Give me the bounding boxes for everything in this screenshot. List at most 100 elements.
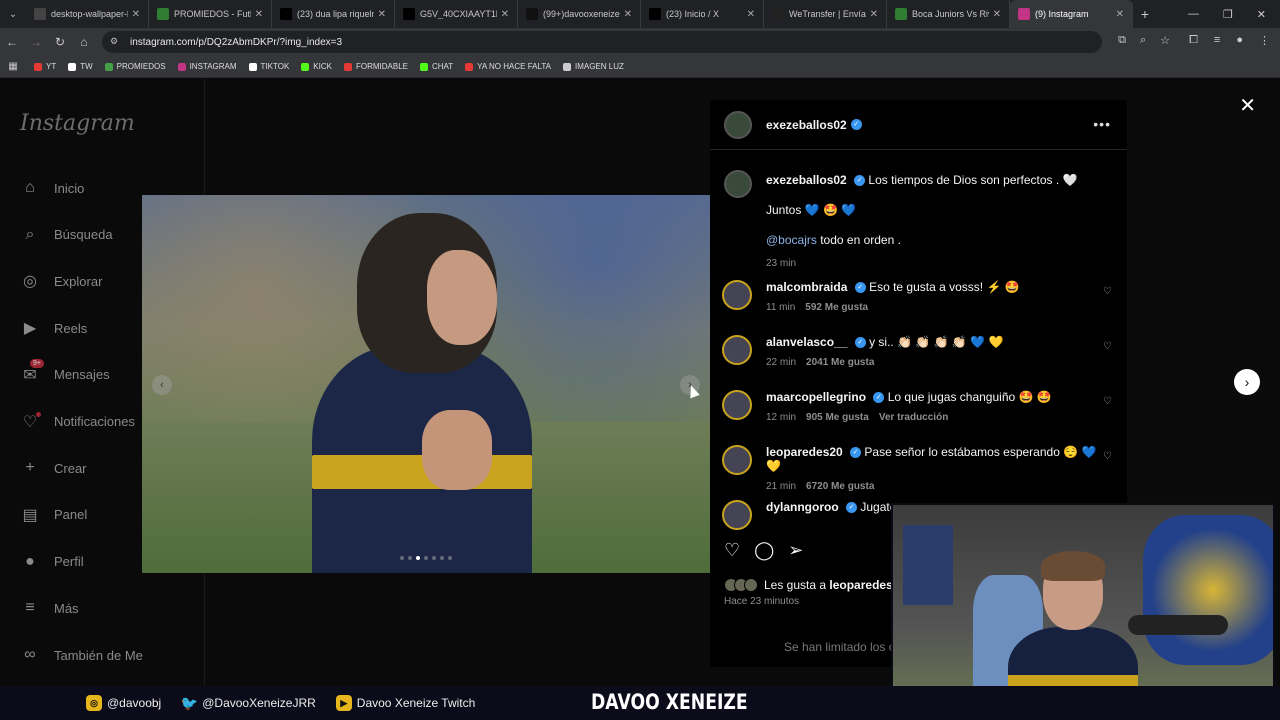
close-modal-icon[interactable]: ✕ [1239, 93, 1256, 118]
tab-close-icon[interactable]: ✕ [1116, 9, 1124, 20]
commenter-avatar[interactable] [722, 390, 752, 420]
profile-avatar-icon[interactable]: ● [1236, 34, 1243, 47]
browser-tab[interactable]: Boca Juniors Vs River ✕ [887, 0, 1010, 28]
more-options-icon[interactable]: ••• [1093, 116, 1111, 132]
apps-grid-icon[interactable]: ▦ [0, 61, 26, 72]
tab-close-icon[interactable]: ✕ [870, 9, 878, 20]
plus-icon: + [25, 459, 35, 477]
comment-like-icon[interactable]: ♡ [1103, 396, 1112, 407]
install-icon[interactable]: ⧉ [1118, 34, 1126, 47]
browser-tab[interactable]: (99+)davooxeneize (✕ [518, 0, 641, 28]
commenter-username[interactable]: dylanngoroo [766, 500, 839, 514]
sidebar-item-ms[interactable]: ≡ Más [20, 598, 78, 618]
comment-time: 12 min [766, 412, 797, 423]
maximize-icon[interactable]: ❐ [1223, 8, 1233, 21]
sidebar-item-crear[interactable]: + Crear [20, 458, 86, 478]
media-icon[interactable]: ≡ [1214, 34, 1220, 47]
bookmark-star-icon[interactable]: ☆ [1160, 34, 1170, 47]
browser-tab[interactable]: (23) Inicio / X ✕ [641, 0, 764, 28]
commenter-username[interactable]: malcombraida [766, 280, 847, 294]
commenter-username[interactable]: alanvelasco__ [766, 335, 847, 349]
sidebar-item-label: Búsqueda [54, 227, 113, 243]
sidebar-item-inicio[interactable]: ⌂ Inicio [20, 178, 84, 198]
browser-tab[interactable]: desktop-wallpaper-lig ✕ [26, 0, 149, 28]
comment-like-icon[interactable]: ♡ [1103, 341, 1112, 352]
home-page-icon[interactable]: ⌂ [72, 35, 96, 49]
like-icon[interactable]: ♡ [724, 540, 740, 561]
sidebar-item-panel[interactable]: ▤ Panel [20, 505, 87, 525]
comment-likes[interactable]: 905 Me gusta [806, 412, 869, 423]
extensions-icon[interactable]: ⧠ [1189, 34, 1198, 47]
limited-comments-notice: Se han limitado los c [784, 640, 895, 654]
commenter-username[interactable]: maarcopellegrino [766, 390, 866, 404]
liked-by-user[interactable]: leoparedes2 [829, 578, 899, 592]
forward-icon[interactable]: → [24, 35, 48, 49]
tab-title: PROMIEDOS - Futbol [174, 9, 251, 19]
commenter-avatar[interactable] [722, 280, 752, 310]
carousel-dot [424, 556, 428, 560]
bookmark-item[interactable]: INSTAGRAM [177, 62, 237, 71]
comment-likes[interactable]: 2041 Me gusta [806, 357, 874, 368]
next-post-icon[interactable]: › [1234, 369, 1260, 395]
minimize-icon[interactable]: — [1188, 8, 1199, 21]
reload-icon[interactable]: ↻ [48, 35, 72, 49]
address-bar[interactable]: ⚙ instagram.com/p/DQ2zAbmDKPr/?img_index… [102, 31, 1102, 53]
commenter-avatar[interactable] [722, 335, 752, 365]
verified-icon: ✓ [846, 502, 858, 514]
bookmark-label: FORMIDABLE [355, 62, 408, 71]
caption-mention[interactable]: @bocajrs [766, 233, 817, 247]
sidebar-item-explorar[interactable]: ◎ Explorar [20, 271, 102, 291]
browser-tab[interactable]: PROMIEDOS - Futbol ✕ [149, 0, 272, 28]
bookmark-item[interactable]: FORMIDABLE [343, 62, 408, 71]
tab-close-icon[interactable]: ✕ [255, 9, 263, 20]
bookmark-item[interactable]: TIKTOK [248, 62, 289, 71]
tab-search-icon[interactable]: ⌄ [0, 0, 26, 28]
zoom-icon[interactable]: ⌕ [1140, 34, 1146, 47]
caption-author[interactable]: exezeballos02 [766, 173, 847, 187]
sidebar-item-reels[interactable]: ▶ Reels [20, 318, 87, 338]
browser-tab[interactable]: (9) Instagram ✕ [1010, 0, 1133, 28]
comment-like-icon[interactable]: ♡ [1103, 286, 1112, 297]
tab-close-icon[interactable]: ✕ [624, 9, 632, 20]
share-icon[interactable]: ➢ [788, 540, 803, 561]
tab-close-icon[interactable]: ✕ [501, 9, 509, 20]
comment-likes[interactable]: 592 Me gusta [805, 302, 868, 313]
site-info-icon[interactable]: ⚙ [110, 36, 122, 48]
carousel-prev-icon[interactable]: ‹ [152, 375, 172, 395]
bookmark-item[interactable]: IMAGEN LUZ [562, 62, 624, 71]
commenter-avatar[interactable] [722, 500, 752, 530]
browser-menu-icon[interactable]: ⋮ [1259, 34, 1270, 47]
commenter-avatar[interactable] [722, 445, 752, 475]
see-translation-link[interactable]: Ver traducción [879, 412, 948, 423]
browser-tab[interactable]: G5V_40CXIAAYT1b (1 ✕ [395, 0, 518, 28]
bookmark-item[interactable]: YA NO HACE FALTA [465, 62, 551, 71]
tab-close-icon[interactable]: ✕ [747, 9, 755, 20]
tab-close-icon[interactable]: ✕ [378, 9, 386, 20]
sidebar-item-mensajes[interactable]: ✉ 9+ Mensajes [20, 358, 110, 385]
browser-tab[interactable]: WeTransfer | Envía ar ✕ [764, 0, 887, 28]
bookmark-item[interactable]: CHAT [419, 62, 453, 71]
sidebar-item-perfil[interactable]: ● Perfil [20, 552, 83, 572]
instagram-logo[interactable]: Instagram [20, 111, 135, 136]
new-tab-button[interactable]: + [1133, 6, 1157, 22]
comment-likes[interactable]: 6720 Me gusta [806, 481, 874, 492]
bookmark-item[interactable]: KICK [301, 62, 332, 71]
author-avatar[interactable] [724, 110, 752, 139]
comment-icon[interactable]: ◯ [754, 540, 774, 561]
browser-tab[interactable]: (23) dua lipa riquelme ✕ [272, 0, 395, 28]
commenter-username[interactable]: leoparedes20 [766, 445, 843, 459]
comment-item: maarcopellegrino ✓ Lo que jugas changuiñ… [722, 390, 1112, 423]
tab-close-icon[interactable]: ✕ [993, 9, 1001, 20]
tab-close-icon[interactable]: ✕ [132, 9, 140, 20]
sidebar-item-bsqueda[interactable]: ⌕ Búsqueda [20, 225, 113, 245]
comment-like-icon[interactable]: ♡ [1103, 451, 1112, 462]
bookmark-item[interactable]: TW [68, 62, 93, 71]
back-icon[interactable]: ← [0, 35, 24, 49]
sidebar-item-notificaciones[interactable]: ♡ Notificaciones [20, 411, 135, 432]
sidebar-item-tambindeme[interactable]: ∞ También de Me [20, 645, 143, 665]
caption-author-avatar[interactable] [724, 170, 752, 198]
bookmark-item[interactable]: PROMIEDOS [104, 62, 166, 71]
author-username[interactable]: exezeballos02 [766, 118, 847, 132]
close-window-icon[interactable]: ✕ [1257, 8, 1266, 21]
bookmark-item[interactable]: YT [34, 62, 56, 71]
